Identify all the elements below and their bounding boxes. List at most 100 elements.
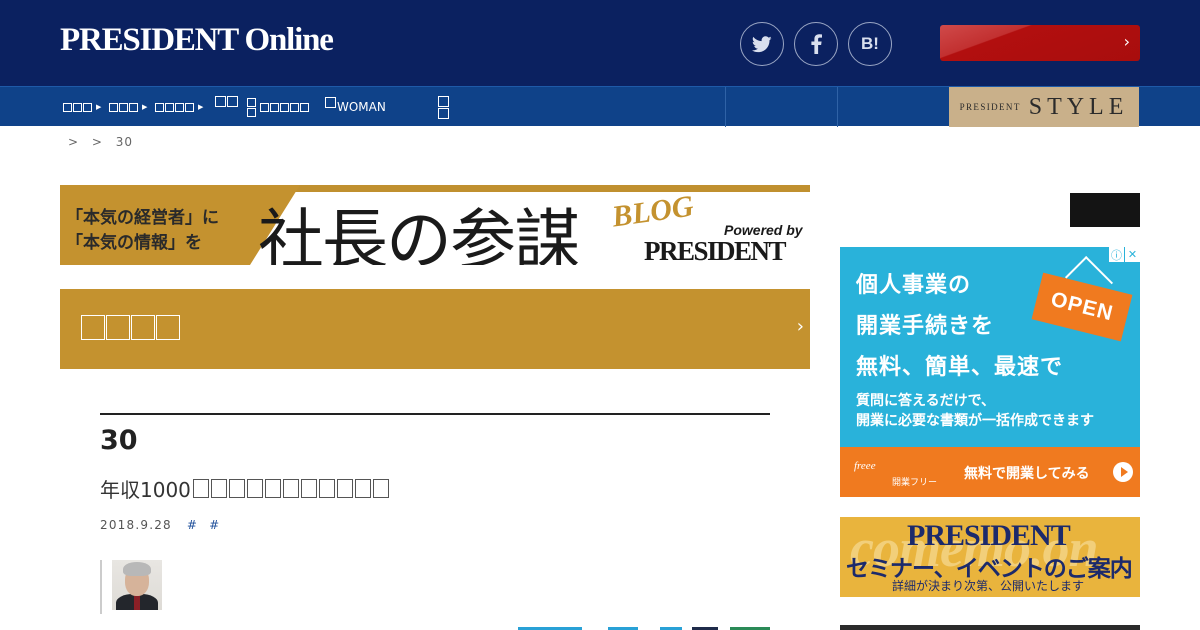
- ad-close-icon[interactable]: ✕: [1125, 247, 1140, 262]
- caret-right-icon: ▶: [198, 103, 204, 111]
- facebook-icon: [810, 34, 822, 54]
- banner-brand: PRESIDENT: [644, 236, 787, 265]
- nav-glyph: [175, 102, 184, 112]
- twitter-icon: [752, 35, 772, 52]
- nav-item-3[interactable]: ▶: [155, 87, 203, 127]
- ad-freee-kaigyou[interactable]: ⓘ ✕ 個人事業の 開業手続きを 無料、簡単、最速で 質問に答えるだけで、 開業…: [840, 247, 1140, 497]
- hatena-bookmark-button[interactable]: B!: [848, 22, 892, 66]
- ad-headline-2: 開業手続きを: [856, 314, 995, 339]
- breadcrumb: > > 30: [68, 135, 141, 149]
- article-number: 30: [100, 425, 138, 456]
- logo-main: PRESIDENT: [60, 22, 239, 58]
- facebook-share-button[interactable]: [794, 22, 838, 66]
- nav-glyph-stack: [438, 95, 450, 119]
- promo-button[interactable]: ›: [940, 25, 1140, 61]
- nav-item-5[interactable]: [247, 87, 310, 127]
- seminar-note: 詳細が決まり次第、公開いたします: [892, 579, 1085, 593]
- seminar-brand: PRESIDENT: [907, 519, 1071, 552]
- ad-cta-strip[interactable]: freee 開業フリー 無料で開業してみる: [840, 447, 1140, 497]
- president-style-banner[interactable]: PRESIDENT STYLE: [949, 87, 1139, 127]
- nav-glyph: [63, 102, 72, 112]
- nav-glyph: [129, 102, 138, 112]
- nav-glyph-stack: [247, 97, 257, 117]
- ad-sub-2: 開業に必要な書類が一括作成できます: [856, 413, 1094, 429]
- category-glyph: [81, 315, 105, 340]
- nav-item-2[interactable]: ▶: [109, 87, 147, 127]
- blog-banner[interactable]: 「本気の経営者」に 「本気の情報」を 社長の参謀 BLOG Powered by…: [60, 185, 810, 265]
- category-label: [81, 315, 180, 340]
- banner-tagline-2: 「本気の情報」を: [66, 233, 202, 253]
- author-avatar[interactable]: [112, 560, 162, 610]
- nav-glyph: [325, 96, 336, 108]
- freee-logo: freee: [854, 460, 876, 472]
- nav-glyph: [83, 102, 92, 112]
- avatar-hair: [123, 562, 151, 576]
- nav-glyph: [215, 95, 226, 107]
- category-glyph: [131, 315, 155, 340]
- nav-item-7[interactable]: [438, 87, 453, 127]
- nav-item-woman[interactable]: WOMAN: [325, 87, 386, 127]
- nav-item-4[interactable]: [215, 81, 239, 121]
- article-meta: 2018.9.28 # #: [100, 518, 220, 532]
- nav-glyph: [438, 107, 449, 119]
- banner-title: 社長の参謀: [258, 202, 580, 265]
- nav-glyph: [300, 102, 309, 112]
- article-title: 年収1000: [100, 474, 389, 503]
- twitter-share-button[interactable]: [740, 22, 784, 66]
- nav-glyph: [155, 102, 164, 112]
- category-glyph: [106, 315, 130, 340]
- breadcrumb-sep[interactable]: >: [92, 135, 103, 149]
- category-glyph: [156, 315, 180, 340]
- nav-glyph: [270, 102, 279, 112]
- article-tag[interactable]: #: [209, 518, 220, 532]
- article-title-glyphs: [192, 479, 389, 498]
- nav-glyph: [165, 102, 174, 112]
- avatar-tie: [134, 595, 140, 610]
- sidebar-next-block: [840, 625, 1140, 630]
- ad-headline-3: 無料、簡単、最速で: [856, 355, 1064, 380]
- chevron-right-icon: ›: [1123, 32, 1130, 51]
- sidebar-black-badge[interactable]: [1070, 193, 1140, 227]
- banner-blog-word: BLOG: [610, 189, 696, 234]
- logo-online: Online: [244, 22, 334, 58]
- nav-glyph: [109, 102, 118, 112]
- ad-controls: ⓘ ✕: [1109, 247, 1140, 262]
- ad-cta-label: 無料で開業してみる: [964, 466, 1090, 482]
- category-bar[interactable]: ›: [60, 289, 810, 369]
- article-tag[interactable]: #: [187, 518, 198, 532]
- seminar-event-banner[interactable]: comemo.on PRESIDENT セミナー、イベントのご案内 詳細が決まり…: [840, 517, 1140, 597]
- nav-glyph: [119, 102, 128, 112]
- nav-glyph: [247, 97, 256, 107]
- article-date: 2018.9.28: [100, 518, 172, 532]
- banner-tagline-1: 「本気の経営者」に: [66, 208, 219, 228]
- chevron-right-icon: ›: [796, 316, 804, 337]
- ad-headline-1: 個人事業の: [856, 273, 972, 298]
- nav-glyph: [73, 102, 82, 112]
- nav-glyph: [280, 102, 289, 112]
- ad-info-icon[interactable]: ⓘ: [1109, 247, 1124, 262]
- nav-glyph: [227, 95, 238, 107]
- freee-sub: 開業フリー: [892, 478, 938, 488]
- article-rule: [100, 413, 770, 415]
- author-divider: [100, 560, 102, 614]
- nav-glyph: [290, 102, 299, 112]
- play-icon: [1113, 462, 1133, 482]
- caret-right-icon: ▶: [96, 103, 102, 111]
- caret-right-icon: ▶: [142, 103, 148, 111]
- site-logo[interactable]: PRESIDENT Online: [60, 22, 334, 59]
- open-sign-icon: OPEN: [1031, 272, 1133, 342]
- nav-woman-label: WOMAN: [337, 100, 386, 114]
- style-word: STYLE: [1028, 93, 1129, 120]
- nav-divider: [837, 87, 838, 127]
- site-header: PRESIDENT Online B! ›: [0, 0, 1200, 86]
- global-nav: ▶ ▶ ▶ WOMAN PRESIDENT STYLE: [0, 86, 1200, 127]
- breadcrumb-sep[interactable]: >: [68, 135, 79, 149]
- breadcrumb-current: 30: [115, 135, 134, 149]
- hatena-bookmark-icon: B!: [861, 34, 879, 53]
- nav-glyph: [247, 107, 256, 117]
- nav-glyph: [438, 95, 449, 107]
- nav-divider: [725, 87, 726, 127]
- ad-sub-1: 質問に答えるだけで、: [856, 393, 996, 409]
- nav-item-1[interactable]: ▶: [63, 87, 101, 127]
- nav-glyph: [185, 102, 194, 112]
